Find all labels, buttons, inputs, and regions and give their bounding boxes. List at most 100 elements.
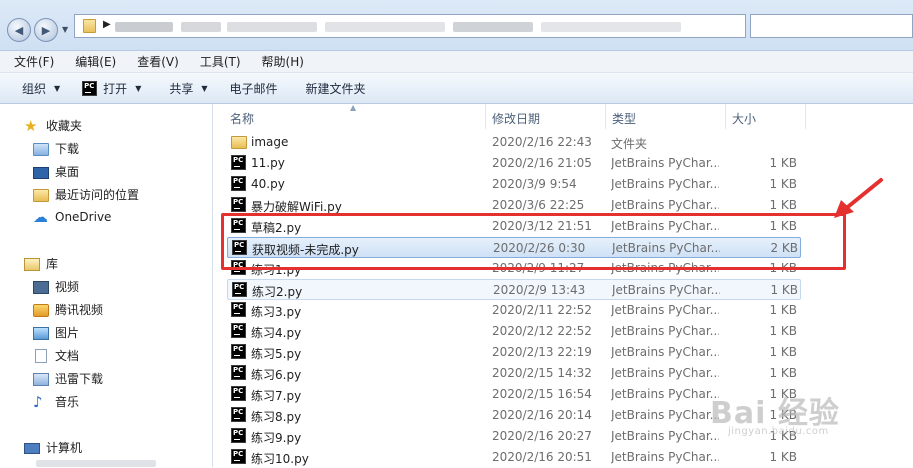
- file-date: 2020/2/15 14:32: [492, 366, 592, 380]
- file-type: JetBrains PyChar...: [611, 429, 719, 443]
- folder-icon: [231, 136, 247, 149]
- pycharm-icon: PC: [231, 155, 246, 170]
- nav-thunder[interactable]: 迅雷下载: [33, 370, 103, 387]
- file-type: JetBrains PyChar...: [612, 283, 720, 297]
- nav-recent[interactable]: 最近访问的位置: [33, 186, 139, 203]
- nav-pictures[interactable]: 图片: [33, 324, 79, 341]
- file-row[interactable]: image 2020/2/16 22:43 文件夹: [227, 132, 801, 153]
- pycharm-icon: PC: [231, 323, 246, 338]
- file-name: 练习4.py: [251, 326, 302, 340]
- file-name: 练习9.py: [251, 431, 302, 445]
- file-name: 练习10.py: [251, 452, 309, 466]
- file-date: 2020/2/16 22:43: [492, 135, 592, 149]
- column-header-size[interactable]: 大小: [726, 107, 806, 129]
- file-type: JetBrains PyChar...: [611, 345, 719, 359]
- breadcrumb-arrow-icon[interactable]: ▶: [103, 19, 111, 30]
- recent-pages-chevron-icon[interactable]: ▼: [62, 25, 70, 34]
- column-label: 大小: [732, 111, 757, 126]
- email-button[interactable]: 电子邮件: [230, 80, 278, 97]
- menu-edit[interactable]: 编辑(E): [61, 53, 123, 70]
- file-date: 2020/2/16 20:51: [492, 450, 592, 464]
- file-type: JetBrains PyChar...: [611, 177, 719, 191]
- recent-places-icon: [33, 189, 49, 202]
- email-label: 电子邮件: [229, 81, 278, 96]
- file-size: 1 KB: [769, 450, 797, 464]
- share-button[interactable]: 共享 ▼: [169, 80, 207, 97]
- nav-label: 文档: [55, 349, 80, 363]
- menu-bar: 文件(F) 编辑(E) 查看(V) 工具(T) 帮助(H): [0, 51, 913, 73]
- file-date: 2020/2/9 13:43: [493, 283, 586, 297]
- menu-help[interactable]: 帮助(H): [248, 53, 311, 70]
- address-field[interactable]: ▶: [74, 14, 746, 38]
- back-button[interactable]: ◀: [7, 18, 31, 42]
- file-date: 2020/2/13 22:19: [492, 345, 592, 359]
- nav-label: 视频: [55, 280, 80, 294]
- chevron-down-icon: ▼: [54, 83, 61, 93]
- sort-ascending-icon: ▲: [350, 103, 357, 112]
- file-type: JetBrains PyChar...: [611, 156, 719, 170]
- pycharm-icon: PC: [82, 80, 98, 96]
- pycharm-icon: PC: [231, 344, 246, 359]
- file-row[interactable]: PC 练习5.py 2020/2/13 22:19 JetBrains PyCh…: [227, 342, 801, 363]
- forward-arrow-icon: ▶: [41, 23, 51, 37]
- file-row[interactable]: PC 11.py 2020/2/16 21:05 JetBrains PyCha…: [227, 153, 801, 174]
- document-library-icon: [35, 349, 47, 363]
- chevron-down-icon: ▼: [135, 83, 142, 93]
- file-type: JetBrains PyChar...: [611, 387, 719, 401]
- nav-onedrive[interactable]: ☁ OneDrive: [33, 209, 111, 225]
- pycharm-icon: PC: [231, 302, 246, 317]
- open-button[interactable]: PC 打开 ▼: [82, 80, 141, 97]
- file-row[interactable]: PC 练习6.py 2020/2/15 14:32 JetBrains PyCh…: [227, 363, 801, 384]
- nav-label: 腾讯视频: [55, 303, 104, 317]
- file-row[interactable]: PC 练习10.py 2020/2/16 20:51 JetBrains PyC…: [227, 447, 801, 468]
- organize-button[interactable]: 组织 ▼: [22, 80, 60, 97]
- file-row[interactable]: PC 40.py 2020/3/9 9:54 JetBrains PyChar.…: [227, 174, 801, 195]
- file-row-hover[interactable]: PC 练习2.py 2020/2/9 13:43 JetBrains PyCha…: [227, 279, 801, 300]
- nav-videos[interactable]: 视频: [33, 278, 79, 295]
- nav-label: 迅雷下载: [55, 372, 104, 386]
- thunder-download-icon: [33, 373, 49, 386]
- file-size: 1 KB: [769, 177, 797, 191]
- pycharm-icon: PC: [231, 176, 246, 191]
- file-type: JetBrains PyChar...: [611, 303, 719, 317]
- video-library-icon: [33, 281, 49, 294]
- file-date: 2020/2/15 16:54: [492, 387, 592, 401]
- column-header-type[interactable]: 类型: [606, 107, 724, 129]
- nav-desktop[interactable]: 桌面: [33, 163, 79, 180]
- nav-documents[interactable]: 文档: [33, 347, 79, 364]
- file-name: 练习7.py: [251, 389, 302, 403]
- computer-icon: [24, 443, 40, 454]
- nav-libraries[interactable]: 库: [24, 255, 58, 272]
- nav-label: 音乐: [55, 395, 80, 409]
- file-row[interactable]: PC 练习3.py 2020/2/11 22:52 JetBrains PyCh…: [227, 300, 801, 321]
- forward-button[interactable]: ▶: [34, 18, 58, 42]
- nav-favorites[interactable]: ★ 收藏夹: [24, 117, 82, 134]
- column-header-date[interactable]: 修改日期: [486, 107, 604, 129]
- nav-downloads[interactable]: 下载: [33, 140, 79, 157]
- menu-file[interactable]: 文件(F): [0, 53, 61, 70]
- file-type: 文件夹: [611, 137, 648, 151]
- menu-tools[interactable]: 工具(T): [186, 53, 248, 70]
- nav-label: 库: [46, 257, 59, 271]
- file-date: 2020/2/16 20:14: [492, 408, 592, 422]
- file-type: JetBrains PyChar...: [611, 366, 719, 380]
- file-date: 2020/2/12 22:52: [492, 324, 592, 338]
- file-name: image: [251, 135, 289, 149]
- file-date: 2020/3/9 9:54: [492, 177, 577, 191]
- nav-music[interactable]: ♪ 音乐: [33, 393, 79, 410]
- pycharm-icon: PC: [231, 428, 246, 443]
- menu-view[interactable]: 查看(V): [123, 53, 186, 70]
- nav-computer[interactable]: 计算机: [24, 439, 82, 456]
- open-label: 打开: [103, 81, 128, 96]
- column-divider[interactable]: [805, 104, 806, 129]
- file-date: 2020/2/11 22:52: [492, 303, 592, 317]
- file-size: 1 KB: [769, 366, 797, 380]
- search-input[interactable]: [750, 14, 913, 38]
- new-folder-button[interactable]: 新建文件夹: [306, 80, 366, 97]
- annotation-highlight-box: [221, 213, 846, 270]
- file-name: 练习2.py: [252, 285, 303, 299]
- nav-tencent-video[interactable]: 腾讯视频: [33, 301, 103, 318]
- file-date: 2020/2/16 21:05: [492, 156, 592, 170]
- file-row[interactable]: PC 练习4.py 2020/2/12 22:52 JetBrains PyCh…: [227, 321, 801, 342]
- cloud-icon: ☁: [33, 208, 48, 226]
